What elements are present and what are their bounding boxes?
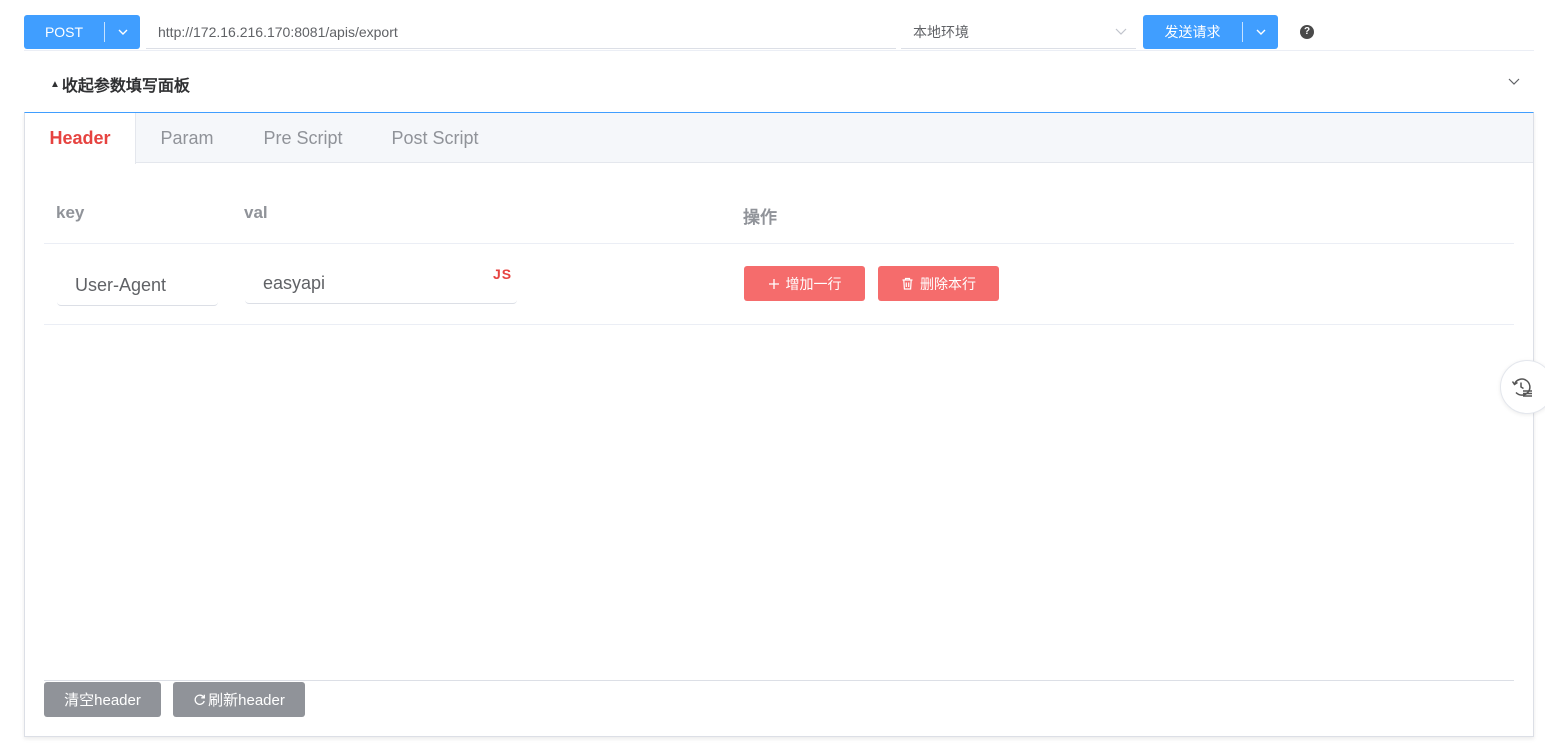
- method-dropdown-button[interactable]: POST: [24, 15, 140, 49]
- tab-pre-script[interactable]: Pre Script: [251, 113, 355, 163]
- history-icon: [1510, 375, 1534, 399]
- table-divider: [44, 243, 1514, 244]
- question-circle-icon[interactable]: ?: [1300, 25, 1314, 39]
- clear-header-button[interactable]: 清空header: [44, 682, 161, 717]
- js-script-badge[interactable]: JS: [493, 266, 512, 282]
- refresh-header-label: 刷新header: [208, 692, 285, 709]
- column-header-val: val: [244, 203, 268, 222]
- collapse-panel-title: 收起参数填写面板: [61, 78, 190, 95]
- chevron-down-icon[interactable]: [1243, 15, 1278, 49]
- header-key-input[interactable]: User-Agent: [57, 264, 218, 306]
- chevron-down-icon[interactable]: [1507, 74, 1521, 93]
- delete-row-button[interactable]: 删除本行: [878, 266, 999, 301]
- environment-value: 本地环境: [913, 23, 969, 40]
- trash-icon: [901, 277, 914, 290]
- url-input[interactable]: [146, 15, 896, 49]
- add-row-button[interactable]: 增加一行: [744, 266, 865, 301]
- tab-header[interactable]: Header: [25, 113, 136, 164]
- collapse-panel-toggle[interactable]: ▲ 收起参数填写面板: [50, 72, 190, 96]
- method-label: POST: [44, 24, 84, 40]
- delete-row-label: 删除本行: [920, 275, 976, 292]
- column-header-key: key: [56, 203, 85, 222]
- clear-header-label: 清空header: [64, 692, 141, 709]
- triangle-up-icon: ▲: [50, 78, 60, 90]
- history-button[interactable]: [1500, 360, 1545, 414]
- tab-post-script[interactable]: Post Script: [380, 113, 490, 163]
- footer-divider: [44, 680, 1514, 681]
- tab-param[interactable]: Param: [149, 113, 225, 163]
- refresh-header-button[interactable]: 刷新header: [173, 682, 305, 717]
- divider: [24, 50, 1534, 51]
- send-request-label: 发送请求: [1164, 24, 1221, 40]
- plus-icon: [768, 278, 780, 290]
- table-row-divider: [44, 324, 1514, 325]
- chevron-down-icon: [1114, 24, 1128, 41]
- chevron-down-icon[interactable]: [105, 15, 140, 49]
- column-header-actions: 操作: [743, 208, 777, 227]
- tabs-bar: Header Param Pre Script Post Script: [25, 113, 1533, 164]
- environment-select[interactable]: 本地环境: [901, 15, 1136, 49]
- header-val-input[interactable]: easyapi: [245, 262, 517, 304]
- send-request-button[interactable]: 发送请求: [1143, 15, 1278, 49]
- refresh-icon: [193, 693, 206, 706]
- add-row-label: 增加一行: [785, 275, 842, 292]
